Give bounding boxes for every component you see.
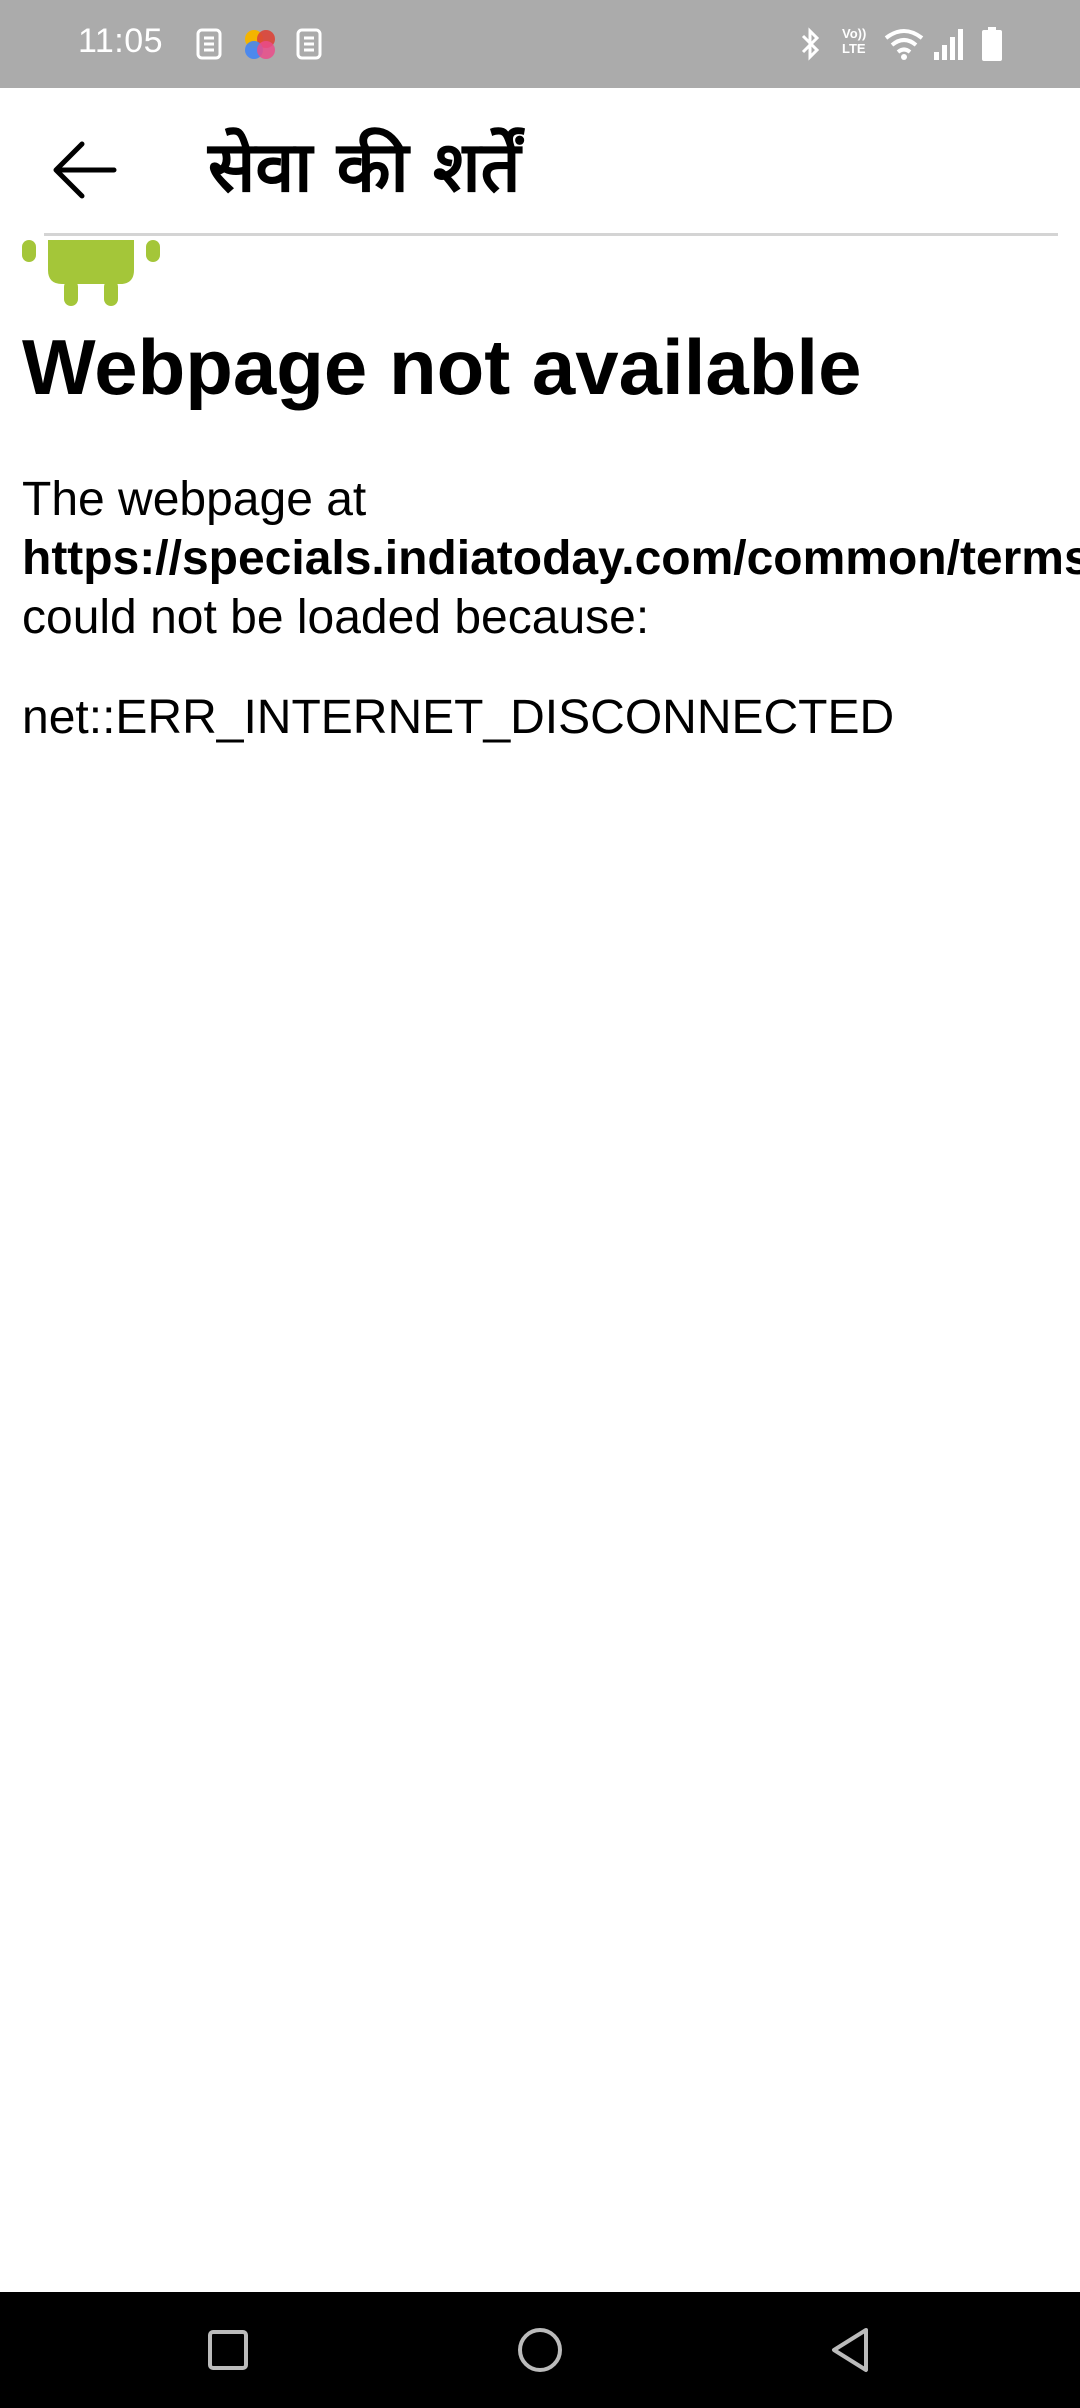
wifi-icon [884,29,924,60]
error-line-1: The webpage at [22,473,367,526]
photos-app-icon [245,30,275,59]
recents-icon[interactable] [196,2318,260,2382]
page-title: सेवा की शर्तें [208,126,521,208]
battery-icon [982,27,1002,61]
error-line-3: could not be loaded because: [22,591,650,644]
sim-toolkit-icon [196,28,222,60]
android-robot-icon [22,240,160,306]
volte-icon: Vo)) LTE [842,26,878,62]
volte-label-bottom: LTE [842,41,866,56]
status-time: 11:05 [78,22,164,60]
error-url: https://specials.indiatoday.com/common/t… [22,532,1080,585]
signal-icon [934,29,963,60]
bluetooth-icon [801,27,820,61]
error-message: The webpage at https://specials.indiatod… [22,470,1080,647]
sim-toolkit-icon [296,28,322,60]
error-code: net::ERR_INTERNET_DISCONNECTED [22,691,895,744]
status-bar: 11:05 Vo)) LTE [0,0,1080,88]
volte-label-top: Vo)) [842,26,867,41]
app-bar-divider [44,233,1058,236]
app-bar: सेवा की शर्तें [0,88,1080,234]
back-icon[interactable] [818,2318,882,2382]
home-icon[interactable] [508,2318,572,2382]
arrow-back-icon[interactable] [40,124,130,214]
navigation-bar [0,2292,1080,2408]
error-title: Webpage not available [22,323,862,411]
